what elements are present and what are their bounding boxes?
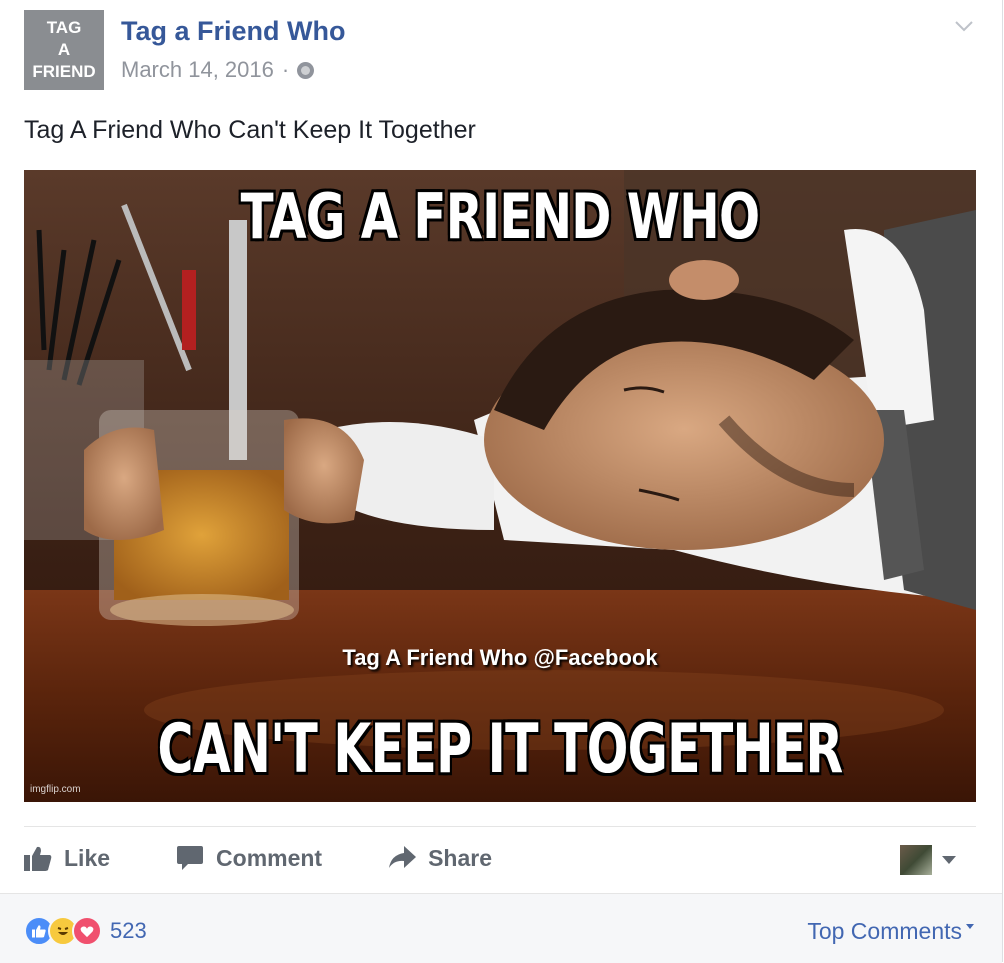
post-footer: 523 Top Comments [0, 893, 1002, 963]
comment-sort-label: Top Comments [807, 918, 962, 944]
imgflip-credit: imgflip.com [30, 784, 81, 795]
reactions-summary[interactable]: 523 [24, 916, 147, 946]
meme-top-text: TAG A FRIEND WHO [240, 180, 760, 253]
globe-icon[interactable] [297, 61, 315, 79]
meme-watermark-text: Tag A Friend Who @Facebook [342, 645, 658, 670]
share-label: Share [428, 844, 493, 871]
comment-icon [177, 846, 204, 870]
comment-button[interactable]: Comment [176, 845, 322, 872]
like-button[interactable]: Like [24, 845, 110, 872]
post-text: Tag A Friend Who Can't Keep It Together [24, 116, 476, 144]
caret-down-icon [942, 856, 956, 864]
avatar-line-3: FRIEND [32, 62, 96, 81]
post-meta: March 14, 2016 · [121, 57, 315, 83]
thumbs-up-icon [24, 846, 52, 871]
share-arrow-icon [389, 846, 417, 868]
comment-label: Comment [216, 844, 323, 871]
page-avatar[interactable]: TAG A FRIEND [24, 10, 104, 90]
reaction-count: 523 [110, 918, 147, 943]
post-card: TAG A FRIEND Tag a Friend Who March 14, … [0, 0, 1003, 963]
like-label: Like [64, 844, 111, 871]
post-actions-bar: Like Comment Share [24, 838, 558, 878]
sort-caret-icon [966, 924, 974, 929]
comment-sort-dropdown[interactable]: Top Comments [807, 918, 974, 945]
meta-separator: · [281, 57, 290, 82]
meme-bottom-text: CAN'T KEEP IT TOGETHER [157, 710, 844, 789]
actor-avatar [900, 845, 932, 875]
post-photo[interactable]: TAG A FRIEND WHO Tag A Friend Who @Faceb… [24, 170, 976, 802]
photo-illustration [24, 170, 976, 802]
actor-selector[interactable] [900, 845, 956, 875]
love-reaction-icon [72, 916, 102, 946]
actions-divider [24, 826, 976, 827]
avatar-line-2: A [57, 40, 71, 59]
page-name-link[interactable]: Tag a Friend Who [121, 16, 346, 47]
post-date-link[interactable]: March 14, 2016 [121, 57, 274, 83]
share-button[interactable]: Share [388, 845, 492, 872]
post-options-chevron-icon[interactable] [954, 12, 974, 38]
avatar-line-1: TAG [46, 18, 82, 37]
